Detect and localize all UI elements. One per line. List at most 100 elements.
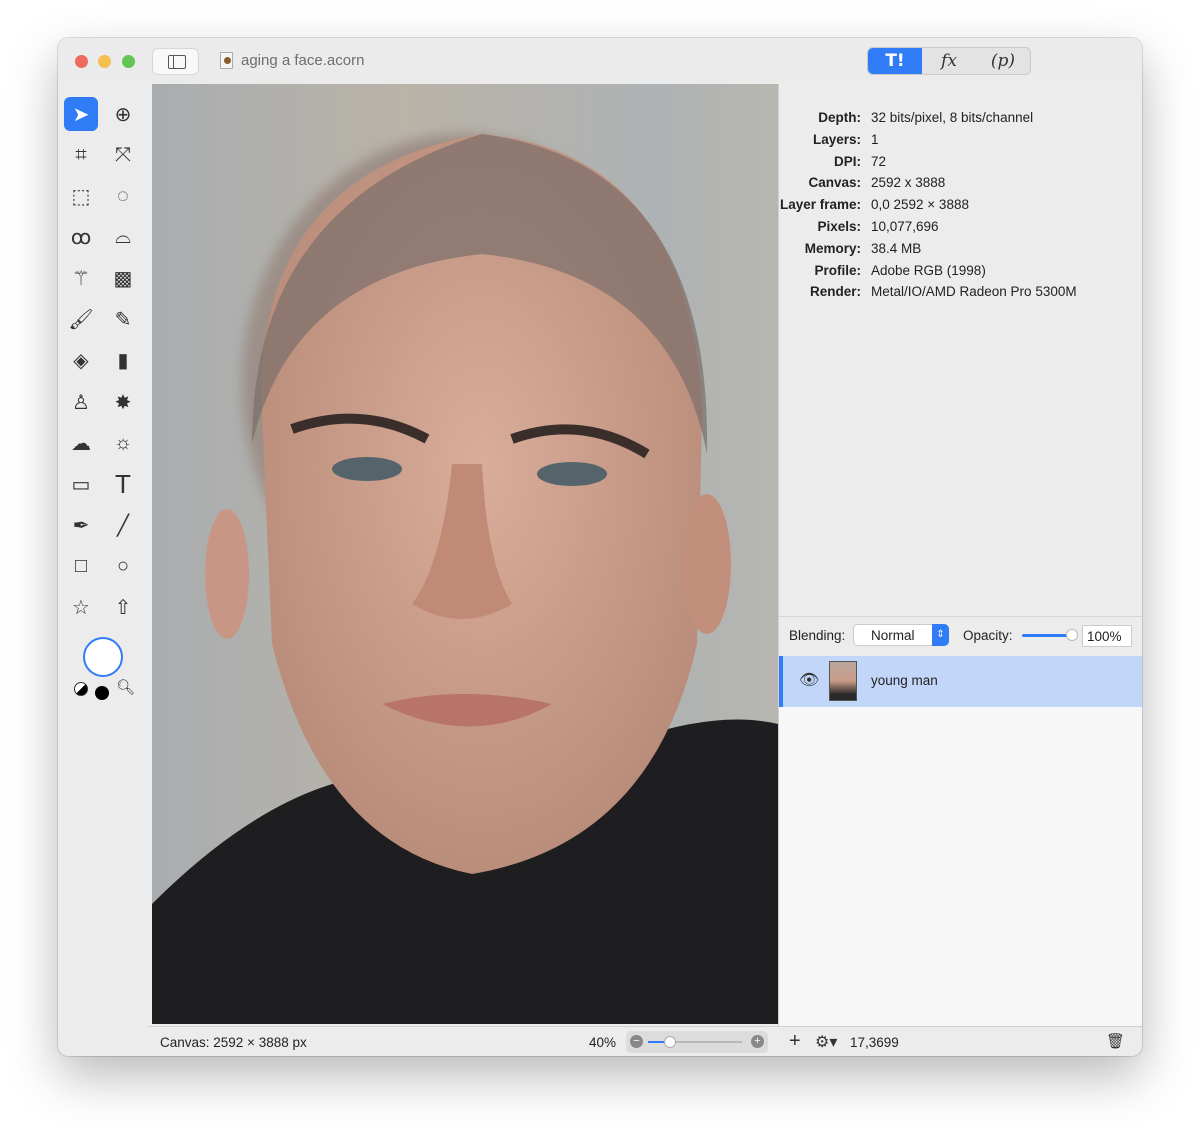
info-key: Pixels: [817,218,861,234]
color-picker-magnifier-icon[interactable]: 🔍︎ [116,678,135,696]
info-key: Profile: [814,262,861,278]
star-tool-icon[interactable]: ☆ [64,590,98,624]
gear-menu-icon[interactable]: ⚙▾ [815,1032,837,1052]
zoom-slider[interactable]: − + [626,1031,768,1053]
info-row: Depth: 32 bits/pixel, 8 bits/channel [779,110,1142,132]
tab-tools[interactable]: T! [868,48,922,74]
opacity-slider[interactable] [1022,629,1078,641]
layer-thumbnail [829,661,857,701]
info-key: Depth: [818,110,861,125]
info-value: 72 [871,153,887,169]
fill-color-well[interactable] [83,637,123,677]
rect-marquee-icon[interactable]: ⬚ [64,179,98,213]
pen-tool-icon[interactable]: ✒ [64,508,98,542]
minimize-button[interactable] [98,55,111,68]
info-row: Layer frame: 0,0 2592 × 3888 [779,197,1142,219]
info-row: DPI: 72 [779,154,1142,176]
gradient-icon[interactable]: ▭ [64,467,98,501]
color-select-icon[interactable]: ▩ [106,261,140,295]
paint-bucket-icon[interactable]: ◈ [64,343,98,377]
line-tool-icon[interactable]: ╱ [106,508,140,542]
move-tool-arrow-icon[interactable]: ➤ [64,97,98,131]
title-bar: aging a face.acorn T! fx (p) [58,38,1142,84]
layer-row[interactable]: 👁︎ young man [779,656,1142,707]
blending-label: Blending: [789,628,846,643]
opacity-label: Opacity: [963,628,1013,643]
clone-stamp-icon[interactable]: ♙ [64,385,98,419]
info-key: Memory: [804,240,861,256]
layer-controls: Blending: Normal ⇕ Opacity: 100% [779,616,1142,656]
lasso-icon[interactable]: ꝏ [64,220,98,254]
zoom-out-icon[interactable]: − [630,1035,643,1048]
app-window: aging a face.acorn T! fx (p) ➤ ⊕ ⌗ ⤧ ⬚ ◌… [58,38,1142,1056]
info-value: 32 bits/pixel, 8 bits/channel [871,110,1034,125]
stroke-color-well[interactable] [95,686,109,700]
info-row: Canvas: 2592 x 3888 [779,175,1142,197]
info-value: 38.4 MB [871,240,922,256]
trash-icon[interactable]: 🗑︎ [1106,1032,1125,1050]
polygon-lasso-icon[interactable]: ⌓ [106,220,140,254]
close-button[interactable] [75,55,88,68]
visibility-eye-icon[interactable]: 👁︎ [799,670,819,690]
zoom-tool-icon[interactable]: ⊕ [106,97,140,131]
info-value: 0,0 2592 × 3888 [871,197,969,213]
info-value: Metal/IO/AMD Radeon Pro 5300M [871,284,1077,300]
tab-effects[interactable]: fx [922,48,976,74]
magic-wand-icon[interactable]: ⚚ [64,261,98,295]
blending-value: Normal [871,628,915,643]
info-value: 2592 x 3888 [871,175,946,191]
arrow-tool-icon[interactable]: ⇧ [106,590,140,624]
info-key: Render: [809,284,861,300]
zoom-button[interactable] [122,55,135,68]
info-row: Profile: Adobe RGB (1998) [779,263,1142,285]
transform-tool-icon[interactable]: ⤧ [106,138,140,172]
zoom-level: 40% [589,1035,617,1050]
info-key: DPI: [834,153,861,169]
blending-select[interactable]: Normal ⇕ [853,624,949,646]
zoom-in-icon[interactable]: + [751,1035,764,1048]
brush-icon[interactable]: 🖌 [64,302,98,336]
circle-tool-icon[interactable]: ○ [106,549,140,583]
eraser-icon[interactable]: ▮ [106,343,140,377]
inspector-tabs: T! fx (p) [867,47,1031,75]
cloud-icon[interactable]: ☁ [64,426,98,460]
select-stepper-icon: ⇕ [932,624,949,646]
status-bar: Canvas: 2592 × 3888 px 40% − + + ⚙▾ 17,3… [148,1026,1142,1056]
toolbox: ➤ ⊕ ⌗ ⤧ ⬚ ◌ ꝏ ⌓ ⚚ ▩ 🖌 ✎ ◈ ▮ ♙ ✸ ☁ ☼ ▭ T … [58,84,148,1026]
cursor-coordinates: 17,3699 [850,1035,899,1050]
info-row: Render: Metal/IO/AMD Radeon Pro 5300M [779,284,1142,306]
window-title: aging a face.acorn [241,52,365,69]
info-key: Layers: [812,131,861,147]
image-canvas[interactable] [152,84,778,1024]
info-row: Layers: 1 [779,132,1142,154]
pencil-icon[interactable]: ✎ [106,302,140,336]
layer-name: young man [871,673,938,688]
crop-tool-icon[interactable]: ⌗ [64,138,98,172]
inspector-panel: Depth: 32 bits/pixel, 8 bits/channel Layer… [778,84,1142,1026]
text-tool-icon[interactable]: T [106,467,140,501]
info-value: Adobe RGB (1998) [871,262,986,278]
info-row: Memory: 38.4 MB [779,241,1142,263]
zoom-slider-knob[interactable] [664,1036,676,1048]
tab-plugins[interactable]: (p) [976,48,1030,74]
info-key: Layer frame: [779,197,861,213]
info-row: Pixels: 10,077,696 [779,219,1142,241]
sidebar-toggle-button[interactable] [152,48,199,75]
rectangle-tool-icon[interactable]: □ [64,549,98,583]
smudge-icon[interactable]: ✸ [106,385,140,419]
sun-icon[interactable]: ☼ [106,426,140,460]
portrait-photo [152,134,778,1024]
info-value: 10,077,696 [871,218,939,234]
image-info: Depth: 32 bits/pixel, 8 bits/channel Layer… [779,110,1142,306]
info-key: Canvas: [808,175,861,191]
swap-colors-icon[interactable] [74,682,88,696]
opacity-field[interactable]: 100% [1082,625,1132,647]
canvas-size-label: Canvas: 2592 × 3888 px [160,1035,307,1050]
document-icon [220,52,233,69]
sidebar-icon [168,55,186,69]
layers-list: 👁︎ young man [779,656,1142,1026]
opacity-slider-knob[interactable] [1066,629,1078,641]
ellipse-marquee-icon[interactable]: ◌ [106,179,140,213]
info-value: 1 [871,131,879,147]
add-layer-plus-icon[interactable]: + [789,1030,801,1053]
